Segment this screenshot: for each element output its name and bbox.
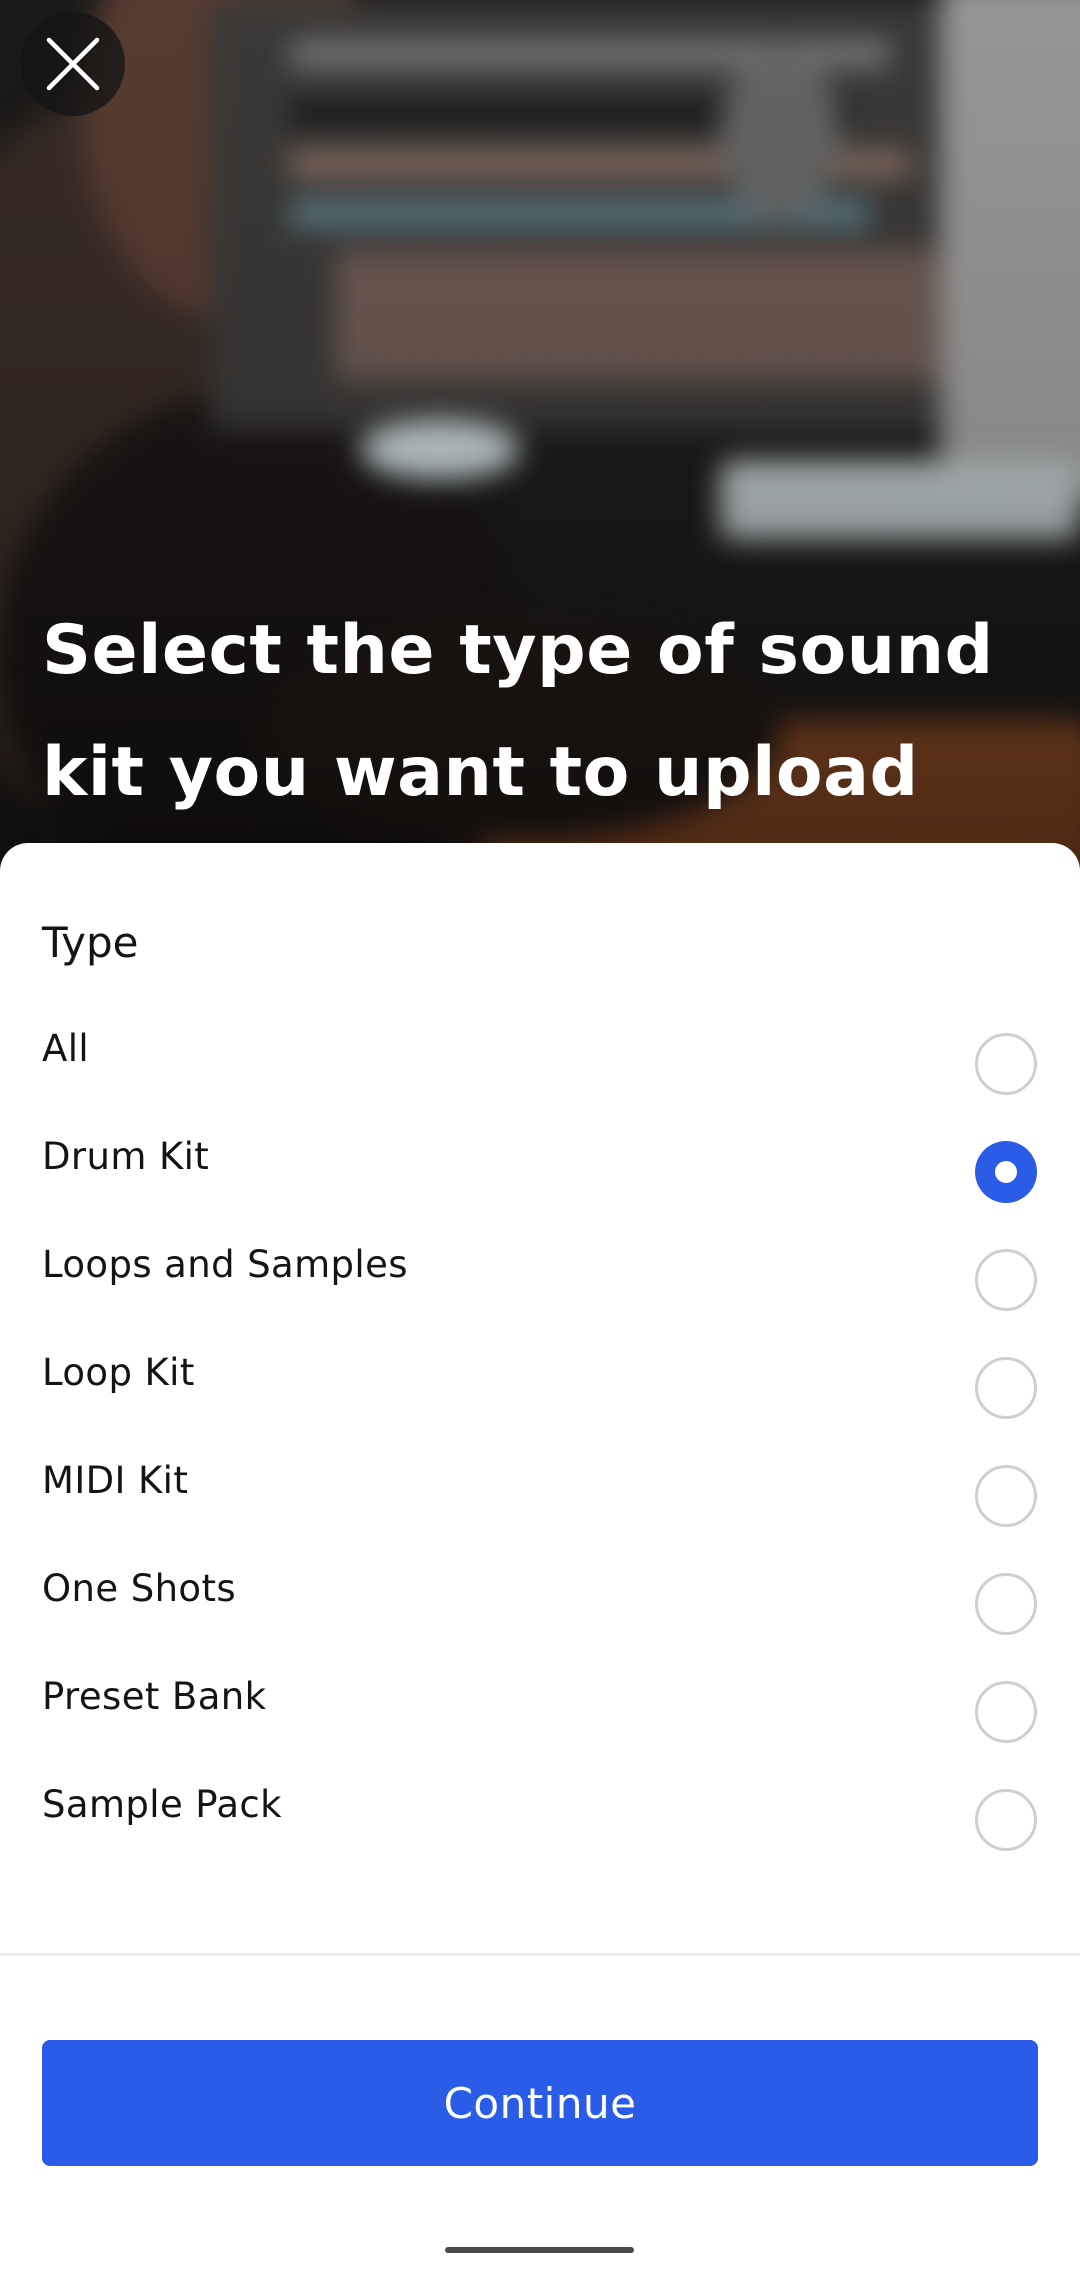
option-label: Sample Pack [42, 1783, 282, 1826]
option-label: One Shots [42, 1567, 237, 1610]
option-all[interactable]: All [0, 1013, 1080, 1121]
option-label: Drum Kit [42, 1135, 210, 1178]
option-midi-kit[interactable]: MIDI Kit [0, 1445, 1080, 1553]
radio-button-selected[interactable] [975, 1141, 1037, 1203]
option-label: All [42, 1027, 90, 1070]
footer-divider [0, 1953, 1080, 1956]
option-label: MIDI Kit [42, 1459, 189, 1502]
option-one-shots[interactable]: One Shots [0, 1553, 1080, 1661]
close-icon [46, 37, 100, 91]
home-indicator[interactable] [445, 2247, 634, 2253]
option-preset-bank[interactable]: Preset Bank [0, 1661, 1080, 1769]
radio-button[interactable] [975, 1465, 1037, 1527]
continue-button[interactable]: Continue [42, 2040, 1038, 2166]
hero-banner: Select the type of sound kit you want to… [0, 0, 1080, 880]
option-sample-pack[interactable]: Sample Pack [0, 1769, 1080, 1877]
option-label: Loops and Samples [42, 1243, 408, 1286]
option-drum-kit[interactable]: Drum Kit [0, 1121, 1080, 1229]
radio-button[interactable] [975, 1573, 1037, 1635]
radio-button[interactable] [975, 1249, 1037, 1311]
page-title: Select the type of sound kit you want to… [42, 611, 994, 812]
radio-button[interactable] [975, 1681, 1037, 1743]
type-options-list: All Drum Kit Loops and Samples Loop Kit … [0, 1013, 1080, 1877]
option-loop-kit[interactable]: Loop Kit [0, 1337, 1080, 1445]
type-section-heading: Type [42, 918, 139, 967]
radio-button[interactable] [975, 1789, 1037, 1851]
radio-button[interactable] [975, 1033, 1037, 1095]
option-label: Loop Kit [42, 1351, 195, 1394]
radio-button[interactable] [975, 1357, 1037, 1419]
option-loops-and-samples[interactable]: Loops and Samples [0, 1229, 1080, 1337]
option-label: Preset Bank [42, 1675, 267, 1718]
close-button[interactable] [21, 12, 125, 116]
type-selection-sheet: Type All Drum Kit Loops and Samples Loop… [0, 843, 1080, 2271]
sound-kit-type-screen: Select the type of sound kit you want to… [0, 0, 1080, 2271]
